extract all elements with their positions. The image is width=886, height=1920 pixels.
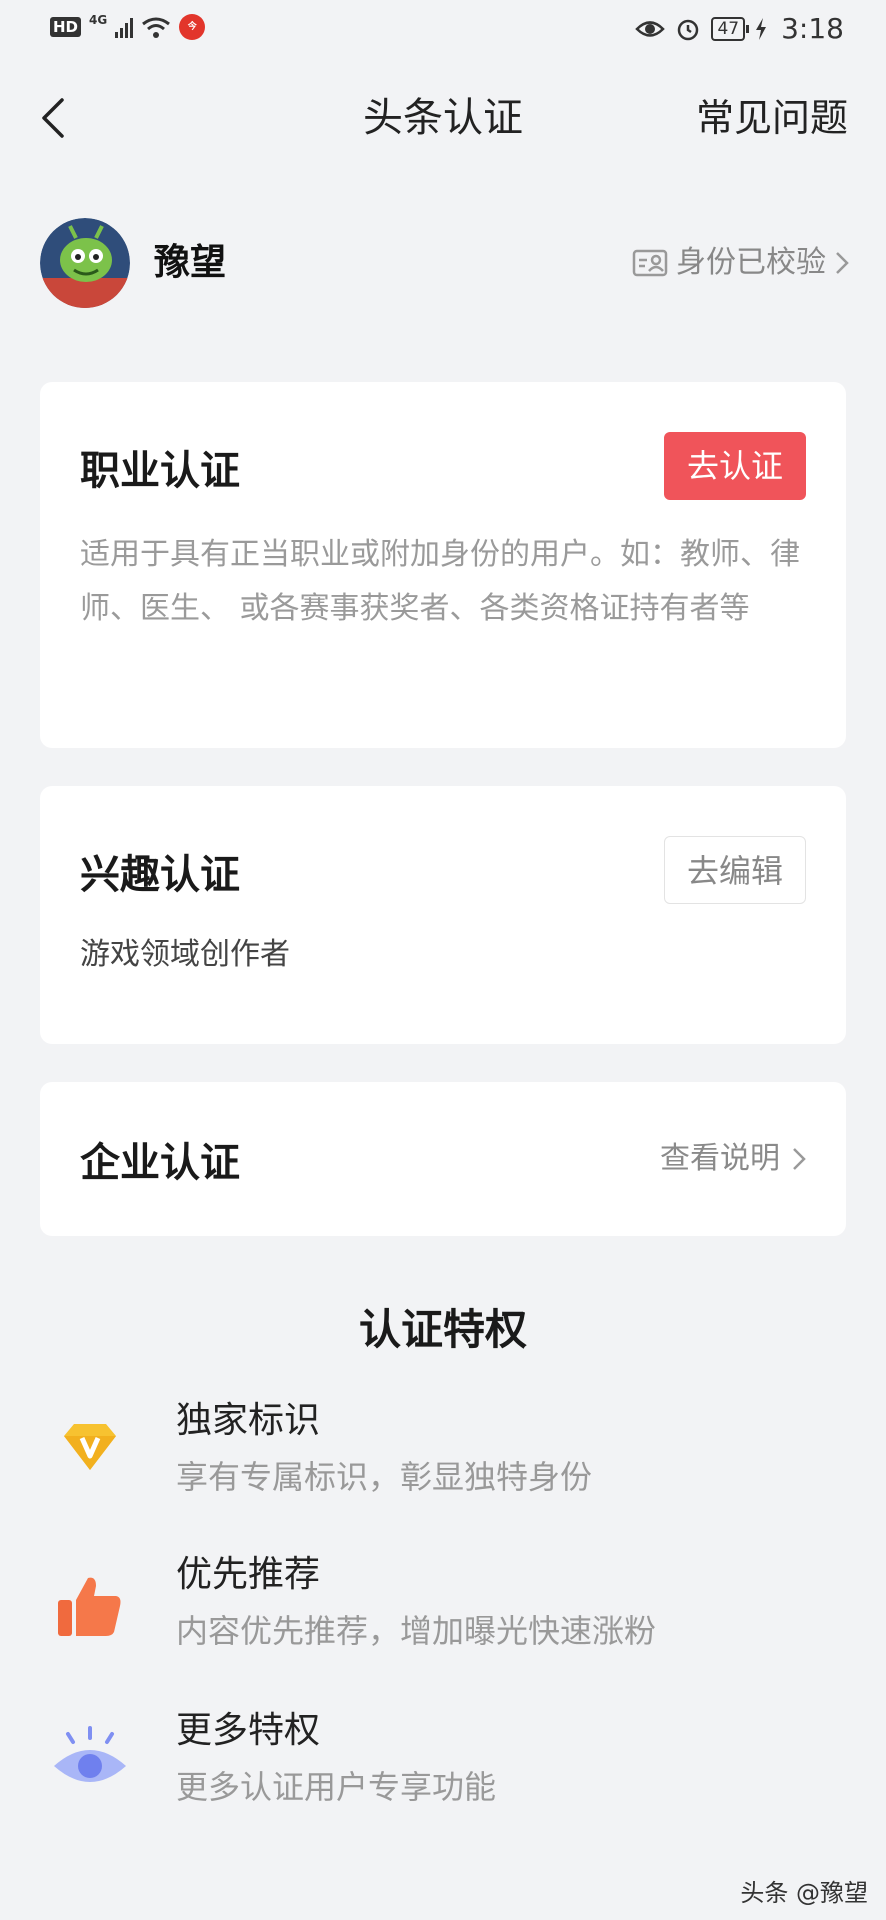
eye-icon: [54, 1726, 126, 1782]
status-right: 47 3:18: [635, 12, 844, 45]
signal-icon: [115, 16, 134, 38]
faq-link[interactable]: 常见问题: [696, 70, 848, 166]
diamond-v-icon: [64, 1424, 116, 1470]
privilege-desc: 内容优先推荐，增加曝光快速涨粉: [176, 1612, 657, 1650]
privilege-name: 更多特权: [176, 1710, 321, 1751]
battery-icon: 47: [711, 16, 749, 41]
privilege-item: 独家标识 享有专属标识，彰显独特身份: [50, 1394, 840, 1514]
hd-icon: HD: [50, 17, 82, 37]
avatar[interactable]: [40, 218, 130, 308]
privilege-desc: 更多认证用户专享功能: [176, 1768, 497, 1806]
watermark: 头条 @豫望: [740, 1879, 868, 1907]
professional-cert-card: 职业认证 去认证 适用于具有正当职业或附加身份的用户。如：教师、律师、医生、 或…: [40, 382, 846, 748]
app-notification-icon: 今: [179, 14, 206, 40]
profile-row: 豫望 身份已校验: [40, 218, 850, 308]
network-type: 4G: [89, 13, 108, 27]
status-bar: HD 4G 今 47 3:18: [0, 0, 886, 60]
charging-icon: [756, 17, 767, 40]
go-certify-button[interactable]: 去认证: [664, 432, 806, 500]
enterprise-cert-card: 企业认证 查看说明: [40, 1082, 846, 1236]
chevron-right-icon: [793, 1148, 806, 1170]
username: 豫望: [154, 242, 227, 283]
privilege-name: 优先推荐: [176, 1554, 321, 1595]
privileges-title: 认证特权: [358, 1305, 527, 1354]
id-card-icon: [632, 249, 668, 277]
professional-cert-desc: 适用于具有正当职业或附加身份的用户。如：教师、律师、医生、 或各赛事获奖者、各类…: [80, 537, 800, 626]
view-explanation-label: 查看说明: [660, 1141, 780, 1176]
privilege-name: 独家标识: [176, 1400, 321, 1441]
interest-cert-card: 兴趣认证 去编辑 游戏领域创作者: [40, 786, 846, 1044]
privilege-item: 优先推荐 内容优先推荐，增加曝光快速涨粉: [50, 1548, 840, 1668]
alarm-icon: [678, 19, 699, 40]
eye-comfort-icon: [635, 20, 666, 37]
clock-time: 3:18: [781, 12, 844, 45]
status-left: HD 4G 今: [50, 13, 206, 40]
professional-cert-title: 职业认证: [80, 448, 240, 494]
thumbs-up-icon: [58, 1577, 121, 1636]
privilege-desc: 享有专属标识，彰显独特身份: [176, 1458, 593, 1496]
chevron-right-icon: [836, 252, 849, 274]
identity-verified-label: 身份已校验: [676, 245, 826, 280]
view-explanation-link[interactable]: 查看说明: [660, 1082, 806, 1236]
enterprise-cert-title: 企业认证: [80, 1140, 240, 1186]
interest-cert-desc: 游戏领域创作者: [80, 937, 290, 972]
interest-cert-title: 兴趣认证: [80, 852, 240, 898]
privilege-item: 更多特权 更多认证用户专享功能: [50, 1704, 840, 1824]
wifi-icon: [142, 17, 171, 38]
go-edit-button[interactable]: 去编辑: [664, 836, 806, 904]
nav-bar: 头条认证 常见问题: [0, 70, 886, 166]
identity-verified-link[interactable]: 身份已校验: [632, 218, 850, 308]
